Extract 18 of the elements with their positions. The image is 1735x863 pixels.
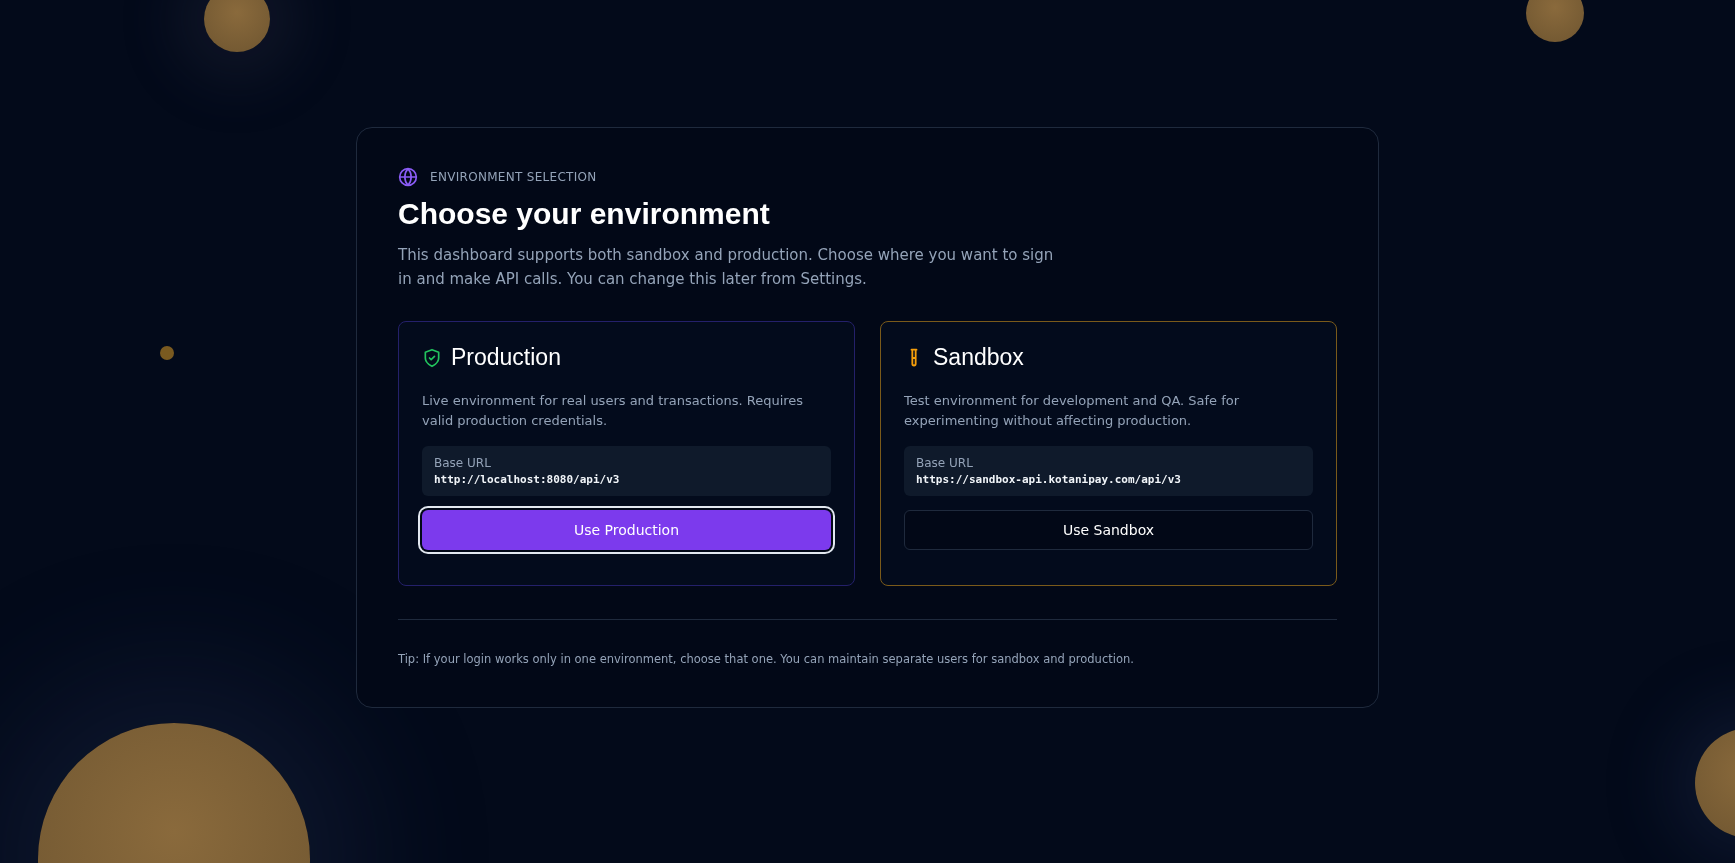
url-label: Base URL: [434, 456, 492, 470]
url-label: Base URL: [916, 456, 974, 470]
globe-icon: [398, 167, 418, 187]
environment-description: Test environment for development and QA. Safe for experimenting without affecting production.: [904, 392, 1241, 430]
base-url: http://localhost:8080/api/v3: [434, 473, 621, 486]
glowing-orb: [1526, 0, 1584, 42]
intro-text: This dashboard supports both sandbox and production. Choose where you want to sign in and make API calls. You can change this later from Settings.: [398, 245, 1055, 290]
section-label: ENVIRONMENT SELECTION: [430, 170, 597, 184]
glowing-orb: [160, 346, 174, 360]
environment-name: Sandbox: [933, 344, 1024, 371]
use-environment-button[interactable]: Use Sandbox: [904, 510, 1313, 550]
base-url: https://sandbox-api.kotanipay.com/api/v3: [916, 473, 1182, 486]
environment-description: Live environment for real users and transactions. Requires valid production credentials.: [422, 392, 805, 430]
tip-text: Tip: If your login works only in one environment, choose that one. You can maintain separate users for sandbox and production.: [398, 652, 1135, 666]
page-title: Choose your environment: [398, 197, 771, 231]
glowing-orb: [204, 0, 270, 52]
environment-name: Production: [451, 344, 561, 371]
shield-check-icon: [422, 347, 442, 368]
